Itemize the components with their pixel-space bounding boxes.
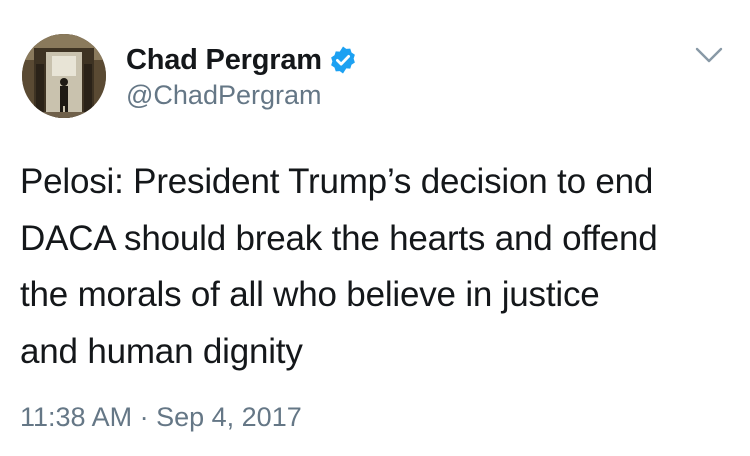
tweet-text-line: the morals of all who believe in justice [20,275,600,314]
tweet-card: Chad Pergram @ChadPergram Pelosi: Presid… [0,0,750,456]
author-display-name[interactable]: Chad Pergram [126,44,322,77]
verified-badge-icon [328,45,358,75]
author-name-row: Chad Pergram [126,40,358,80]
tweet-time: 11:38 AM [20,402,133,432]
tweet-text: Pelosi: President Trump’s decision to en… [20,154,740,380]
tweet-text-line: and human dignity [20,331,303,371]
tweet-text-line: DACA should break the hearts and offend [20,218,658,258]
author-handle[interactable]: @ChadPergram [126,80,322,111]
avatar[interactable] [22,34,106,118]
profile-photo-icon [22,34,106,118]
tweet-text-line: Pelosi: President Trump’s decision to en… [20,162,654,201]
tweet-timestamp[interactable]: 11:38 AM · Sep 4, 2017 [20,402,302,433]
tweet-date: Sep 4, 2017 [156,402,302,432]
chevron-down-icon[interactable] [692,44,726,68]
timestamp-separator: · [139,402,149,432]
